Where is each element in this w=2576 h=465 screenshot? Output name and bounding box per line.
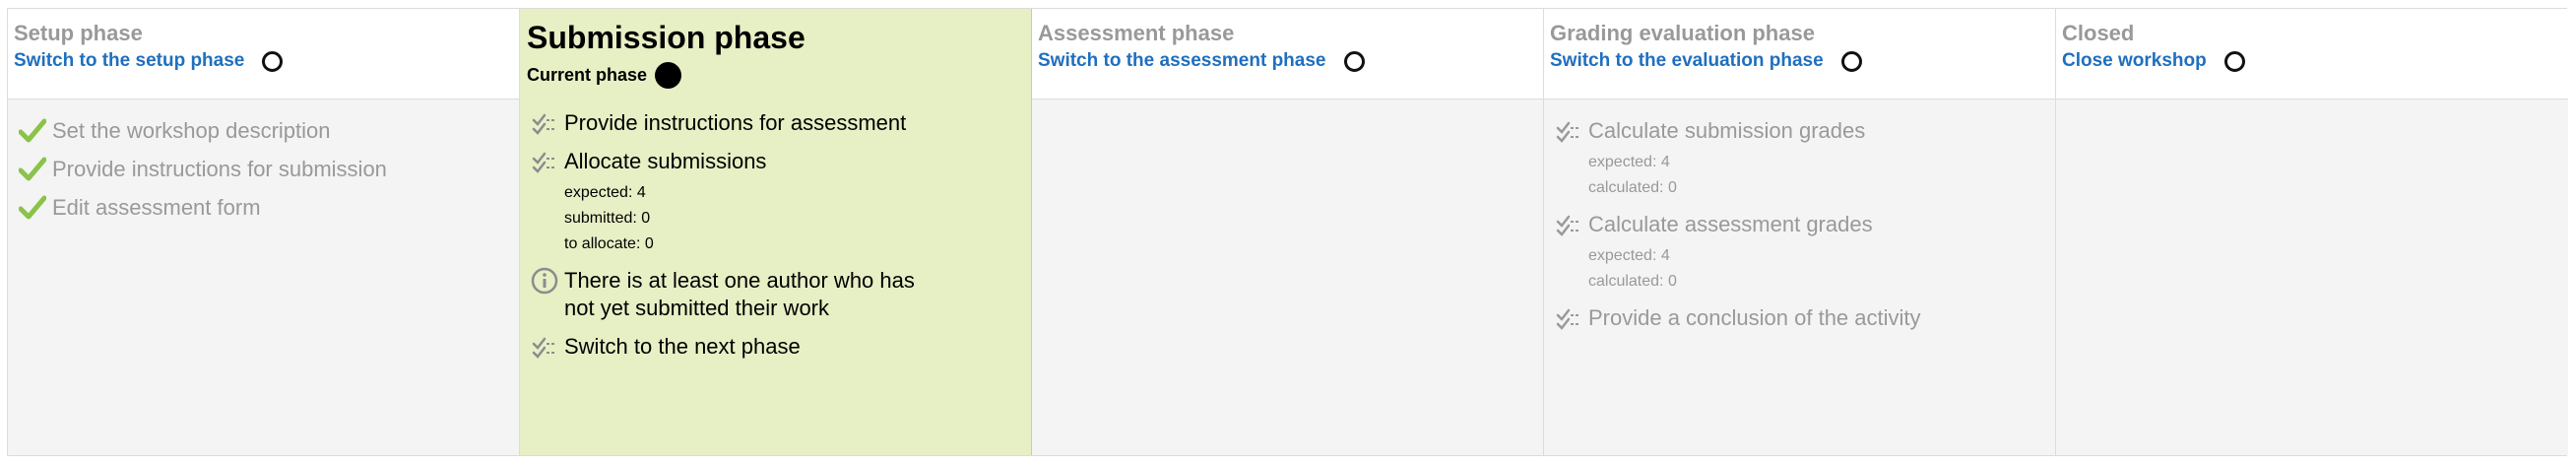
detail-expected: expected: 4 — [1588, 247, 1670, 264]
phase-column-setup: Setup phase Switch to the setup phase Se… — [8, 9, 520, 455]
switch-phase-circle-icon[interactable] — [1343, 50, 1365, 72]
todo-checklist-icon — [531, 109, 564, 137]
phase-header-closed: Closed Close workshop — [2056, 9, 2568, 100]
current-phase-label: Current phase — [527, 65, 648, 85]
detail-calculated: calculated: 0 — [1588, 179, 1677, 196]
task-item: Set the workshop description — [19, 117, 519, 145]
task-label: Provide instructions for submission — [52, 157, 387, 181]
switch-to-evaluation-link[interactable]: Switch to the evaluation phase — [1550, 50, 1824, 72]
task-label: Allocate submissions — [564, 149, 767, 173]
switch-to-setup-link[interactable]: Switch to the setup phase — [14, 50, 244, 72]
task-label: Provide a conclusion of the activity — [1588, 305, 1921, 330]
phase-column-closed: Closed Close workshop — [2056, 9, 2568, 455]
todo-checklist-icon — [531, 333, 564, 361]
phase-column-evaluation: Grading evaluation phase Switch to the e… — [1544, 9, 2056, 455]
task-label: Edit assessment form — [52, 195, 261, 220]
switch-phase-circle-icon[interactable] — [262, 50, 284, 72]
phase-tasks-submission: Provide instructions for assessment Allo… — [520, 100, 1031, 455]
current-phase-dot-icon — [655, 62, 682, 89]
check-icon — [19, 117, 52, 145]
task-item: Provide a conclusion of the activity — [1555, 304, 2055, 332]
task-label: Switch to the next phase — [564, 334, 801, 359]
todo-checklist-icon — [1555, 304, 1588, 332]
task-label: Calculate assessment grades — [1588, 212, 1873, 236]
task-item: Switch to the next phase — [531, 333, 1031, 361]
task-item: Allocate submissions — [531, 148, 1031, 175]
phase-header-setup: Setup phase Switch to the setup phase — [8, 9, 519, 100]
detail-submitted: submitted: 0 — [564, 210, 651, 227]
todo-checklist-icon — [531, 148, 564, 175]
task-item: Edit assessment form — [19, 194, 519, 222]
task-item-info: There is at least one author who has not… — [531, 267, 1031, 322]
switch-phase-circle-icon[interactable] — [1840, 50, 1862, 72]
phase-title-submission: Submission phase — [527, 20, 805, 55]
phase-title-closed: Closed — [2062, 21, 2135, 45]
workshop-phase-planner: Setup phase Switch to the setup phase Se… — [7, 8, 2568, 456]
phase-title-setup: Setup phase — [14, 21, 143, 45]
phase-tasks-setup: Set the workshop description Provide ins… — [8, 100, 519, 455]
task-item: Provide instructions for assessment — [531, 109, 1031, 137]
detail-expected: expected: 4 — [1588, 154, 1670, 170]
detail-calculated: calculated: 0 — [1588, 273, 1677, 290]
switch-to-assessment-link[interactable]: Switch to the assessment phase — [1038, 50, 1326, 72]
info-icon — [531, 267, 564, 295]
phase-title-evaluation: Grading evaluation phase — [1550, 21, 1815, 45]
task-label: Provide instructions for assessment — [564, 110, 907, 135]
phase-column-submission: Submission phase Current phase Provide i… — [520, 9, 1032, 455]
phase-tasks-assessment — [1032, 100, 1543, 455]
close-workshop-link[interactable]: Close workshop — [2062, 50, 2207, 72]
task-item: Calculate assessment grades — [1555, 211, 2055, 238]
check-icon — [19, 194, 52, 222]
task-details: expected: 4 calculated: 0 — [1588, 243, 2055, 295]
todo-checklist-icon — [1555, 211, 1588, 238]
phase-header-submission: Submission phase Current phase — [520, 9, 1031, 100]
phase-header-evaluation: Grading evaluation phase Switch to the e… — [1544, 9, 2055, 100]
task-label: There is at least one author who has not… — [564, 268, 915, 320]
phase-tasks-closed — [2056, 100, 2568, 455]
check-icon — [19, 156, 52, 183]
task-details: expected: 4 submitted: 0 to allocate: 0 — [564, 180, 1031, 257]
todo-checklist-icon — [1555, 117, 1588, 145]
phase-title-assessment: Assessment phase — [1038, 21, 1235, 45]
task-details: expected: 4 calculated: 0 — [1588, 150, 2055, 201]
task-item: Provide instructions for submission — [19, 156, 519, 183]
phase-tasks-evaluation: Calculate submission grades expected: 4 … — [1544, 100, 2055, 455]
task-item: Calculate submission grades — [1555, 117, 2055, 145]
switch-phase-circle-icon[interactable] — [2223, 50, 2245, 72]
detail-expected: expected: 4 — [564, 184, 646, 201]
phase-header-assessment: Assessment phase Switch to the assessmen… — [1032, 9, 1543, 100]
task-label: Calculate submission grades — [1588, 118, 1866, 143]
detail-to-allocate: to allocate: 0 — [564, 235, 654, 252]
phase-column-assessment: Assessment phase Switch to the assessmen… — [1032, 9, 1544, 455]
task-label: Set the workshop description — [52, 118, 331, 143]
